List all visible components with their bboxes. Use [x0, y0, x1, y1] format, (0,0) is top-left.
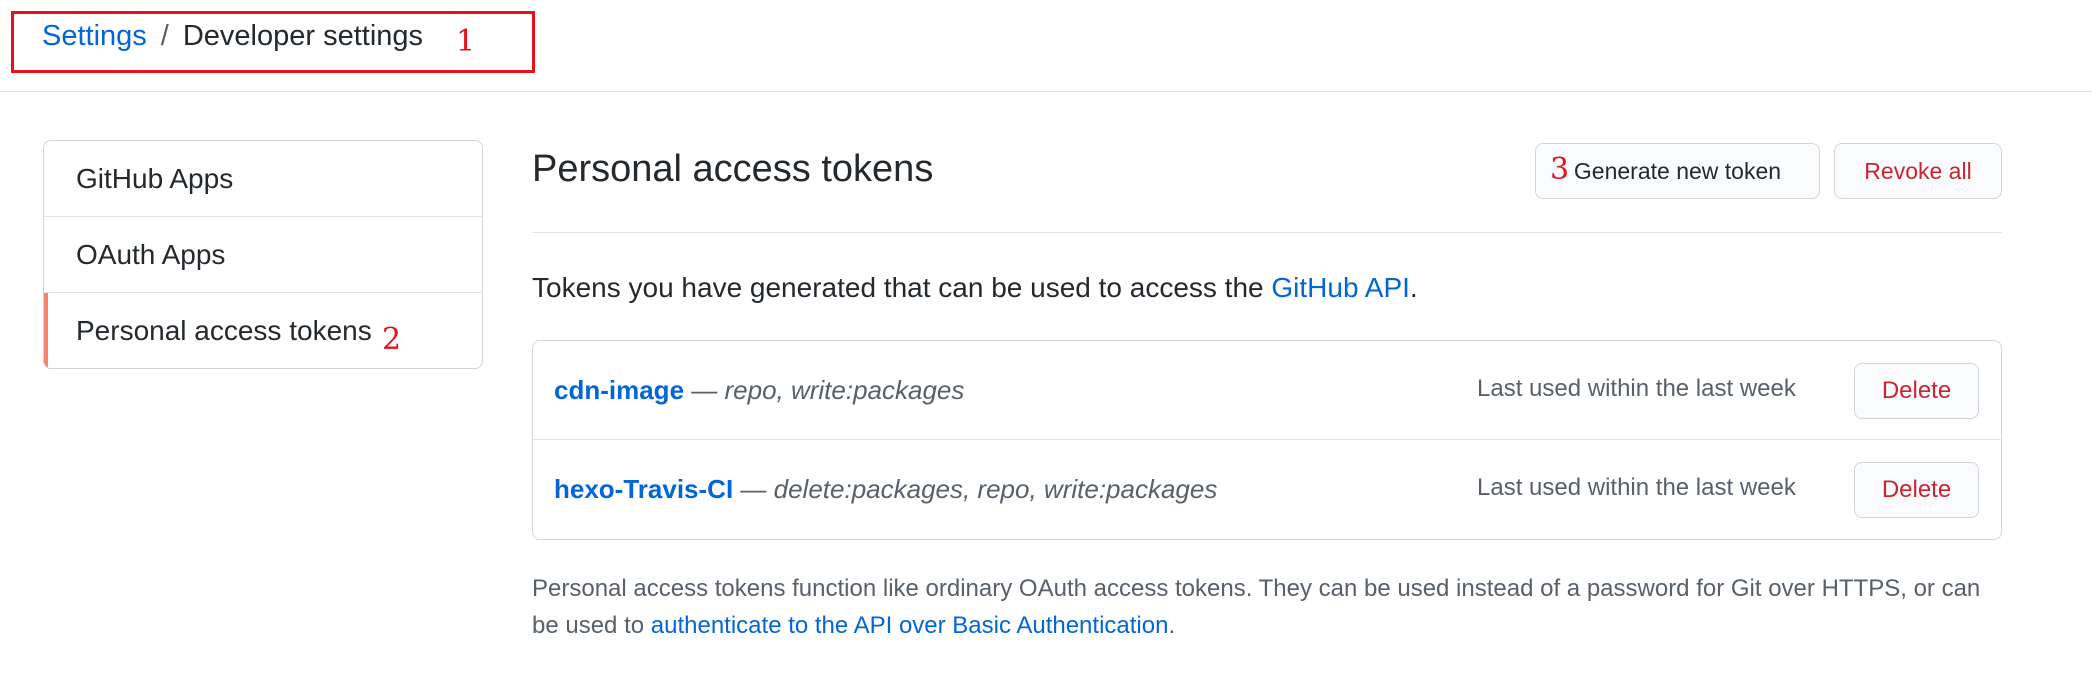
token-dash: —: [733, 474, 774, 504]
sidebar-item-github-apps[interactable]: GitHub Apps: [44, 141, 482, 217]
token-row: cdn-image — repo, write:packages Last us…: [533, 341, 2001, 440]
basic-auth-link[interactable]: authenticate to the API over Basic Authe…: [651, 612, 1169, 639]
sidebar-item-personal-access-tokens[interactable]: Personal access tokens: [44, 293, 482, 368]
sidebar-item-oauth-apps[interactable]: OAuth Apps: [44, 217, 482, 293]
page-header: Personal access tokens Generate new toke…: [532, 140, 2002, 233]
footnote-suffix: .: [1168, 612, 1176, 639]
intro-suffix: .: [1409, 272, 1418, 303]
revoke-all-button[interactable]: Revoke all: [1834, 143, 2002, 199]
token-name-link[interactable]: cdn-image — repo, write:packages: [554, 375, 964, 406]
token-name-link[interactable]: hexo-Travis-CI — delete:packages, repo, …: [554, 474, 1217, 505]
main-content: Personal access tokens Generate new toke…: [532, 140, 2002, 639]
tokens-intro: Tokens you have generated that can be us…: [532, 272, 1418, 304]
top-bar: Settings / Developer settings 1: [0, 0, 2092, 92]
token-list: cdn-image — repo, write:packages Last us…: [532, 340, 2002, 540]
token-last-used: Last used within the last week: [1477, 474, 1796, 501]
token-dash: —: [684, 375, 725, 405]
token-scopes: delete:packages, repo, write:packages: [773, 474, 1218, 504]
token-scopes: repo, write:packages: [724, 375, 965, 405]
annotation-label-1: 1: [456, 24, 476, 59]
token-name[interactable]: cdn-image: [554, 375, 684, 405]
github-api-link[interactable]: GitHub API: [1271, 272, 1410, 303]
token-row: hexo-Travis-CI — delete:packages, repo, …: [533, 440, 2001, 539]
token-last-used: Last used within the last week: [1477, 375, 1796, 402]
annotation-label-3: 3: [1550, 152, 1570, 187]
sidebar-item-label: GitHub Apps: [76, 162, 234, 194]
intro-text: Tokens you have generated that can be us…: [532, 272, 1272, 303]
sidebar-item-label: OAuth Apps: [76, 238, 226, 270]
page-title: Personal access tokens: [532, 148, 934, 190]
delete-token-button[interactable]: Delete: [1854, 462, 1979, 518]
sidebar-menu: GitHub Apps OAuth Apps Personal access t…: [43, 140, 483, 369]
generate-new-token-button[interactable]: Generate new token: [1535, 143, 1820, 199]
token-name[interactable]: hexo-Travis-CI: [554, 474, 733, 504]
delete-token-button[interactable]: Delete: [1854, 363, 1979, 419]
sidebar-item-label: Personal access tokens: [76, 315, 372, 346]
annotation-label-2: 2: [382, 322, 402, 357]
tokens-footnote: Personal access tokens function like ord…: [532, 570, 2002, 644]
